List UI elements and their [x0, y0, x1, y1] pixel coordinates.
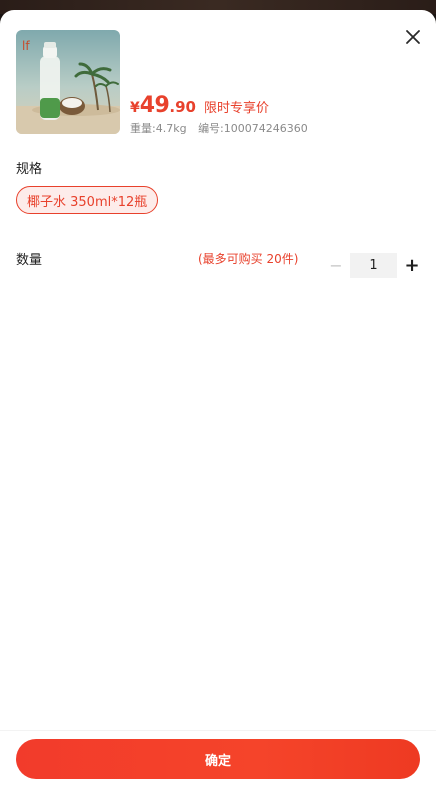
price-currency: ¥: [130, 100, 140, 116]
product-sku: 编号:100074246360: [198, 122, 308, 135]
product-image[interactable]: lf: [16, 30, 120, 134]
product-weight: 重量:4.7kg: [130, 122, 187, 135]
close-button[interactable]: [402, 26, 424, 48]
price-row: ¥ 49 .90 限时专享价: [130, 93, 269, 119]
price-decimal: .90: [169, 98, 196, 116]
quantity-decrease-button[interactable]: −: [324, 252, 348, 278]
quantity-increase-button[interactable]: +: [400, 252, 424, 278]
quantity-limit-note: (最多可购买 20件): [198, 252, 299, 266]
price-label: 限时专享价: [203, 101, 269, 116]
footer-divider: [0, 730, 436, 731]
quantity-title: 数量: [16, 253, 43, 268]
spec-selector-sheet: lf ¥ 49 .90 限时专享价 重量:4.7kg 编号:1000742463…: [0, 10, 436, 789]
coconut-water-bottle-icon: lf: [16, 30, 120, 134]
confirm-button[interactable]: 确定: [16, 739, 420, 779]
price-integer: 49: [139, 93, 170, 118]
close-icon: [406, 30, 420, 44]
svg-text:lf: lf: [22, 39, 30, 53]
spec-option-selected[interactable]: 椰子水 350ml*12瓶: [16, 186, 159, 214]
spec-title: 规格: [16, 162, 43, 177]
quantity-input[interactable]: 1: [350, 253, 397, 278]
product-meta: 重量:4.7kg 编号:100074246360: [130, 120, 308, 136]
